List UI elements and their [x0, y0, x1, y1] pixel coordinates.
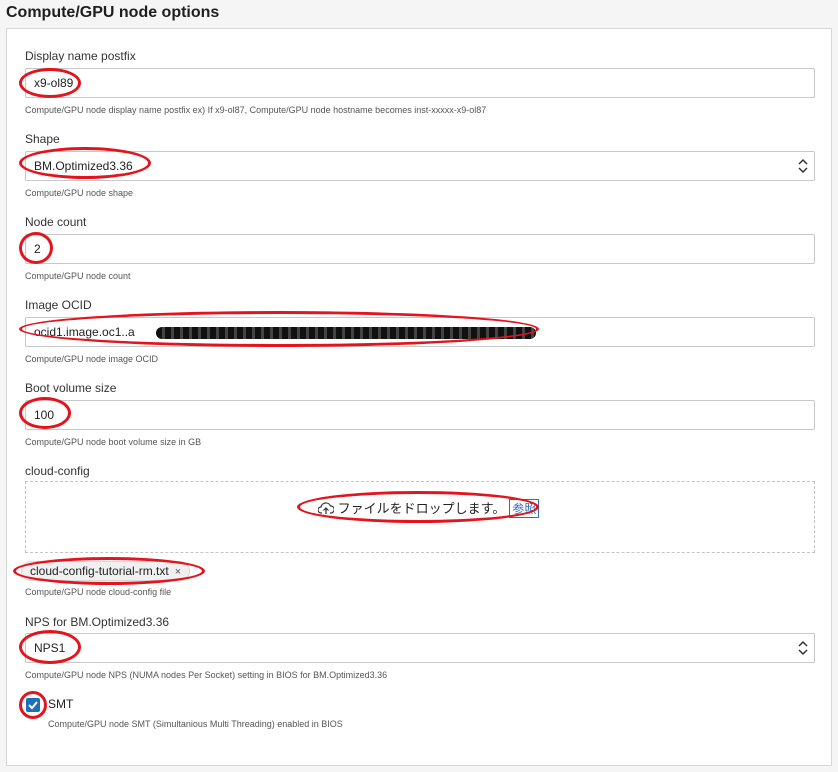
- node-count-value: 2: [34, 242, 41, 256]
- shape-value: BM.Optimized3.36: [34, 159, 133, 173]
- shape-help: Compute/GPU node shape: [25, 188, 134, 198]
- shape-select[interactable]: BM.Optimized3.36: [25, 151, 815, 181]
- section-title: Compute/GPU node options: [6, 4, 220, 21]
- cloud-upload-icon: [317, 502, 335, 514]
- options-panel: Display name postfix x9-ol89 Compute/GPU…: [6, 28, 832, 766]
- nps-help: Compute/GPU node NPS (NUMA nodes Per Soc…: [25, 670, 388, 680]
- display-name-help: Compute/GPU node display name postfix ex…: [25, 105, 487, 115]
- nps-select[interactable]: NPS1: [25, 633, 815, 663]
- nps-label: NPS for BM.Optimized3.36: [25, 615, 170, 629]
- image-ocid-input[interactable]: ocid1.image.oc1..a: [25, 317, 815, 347]
- boot-volume-help: Compute/GPU node boot volume size in GB: [25, 437, 202, 447]
- boot-volume-value: 100: [34, 408, 55, 422]
- display-name-input[interactable]: x9-ol89: [25, 68, 815, 98]
- smt-checkbox[interactable]: [26, 698, 40, 712]
- checkmark-icon: [28, 701, 38, 710]
- remove-file-icon[interactable]: ×: [175, 566, 181, 578]
- smt-help: Compute/GPU node SMT (Simultanious Multi…: [48, 719, 343, 729]
- chevron-updown-icon: [798, 158, 808, 174]
- redacted-text: [156, 327, 536, 339]
- nps-value: NPS1: [34, 641, 66, 655]
- file-chip: cloud-config-tutorial-rm.txt ×: [21, 561, 191, 581]
- display-name-label: Display name postfix: [25, 49, 136, 63]
- chevron-updown-icon: [798, 640, 808, 656]
- browse-button[interactable]: 参照: [509, 499, 540, 518]
- image-ocid-label: Image OCID: [25, 298, 92, 312]
- image-ocid-help: Compute/GPU node image OCID: [25, 354, 159, 364]
- node-count-help: Compute/GPU node count: [25, 271, 131, 281]
- cloud-config-label: cloud-config: [25, 464, 90, 478]
- file-drop-zone[interactable]: ファイルをドロップします。 参照: [25, 481, 815, 553]
- drop-prompt: ファイルをドロップします。 参照: [317, 498, 540, 518]
- boot-volume-label: Boot volume size: [25, 381, 117, 395]
- node-count-input[interactable]: 2: [25, 234, 815, 264]
- file-name: cloud-config-tutorial-rm.txt: [30, 564, 169, 578]
- cloud-config-help: Compute/GPU node cloud-config file: [25, 587, 172, 597]
- boot-volume-input[interactable]: 100: [25, 400, 815, 430]
- display-name-value: x9-ol89: [34, 76, 74, 90]
- node-count-label: Node count: [25, 215, 87, 229]
- drop-text: ファイルをドロップします。: [337, 501, 506, 516]
- smt-label: SMT: [48, 697, 74, 711]
- image-ocid-value: ocid1.image.oc1..a: [34, 325, 135, 339]
- shape-label: Shape: [25, 132, 60, 146]
